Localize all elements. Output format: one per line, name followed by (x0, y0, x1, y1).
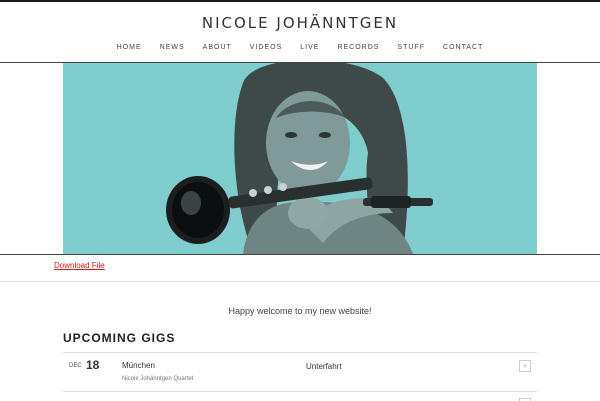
nav-news[interactable]: NEWS (160, 44, 185, 51)
nav-live[interactable]: LIVE (300, 44, 319, 51)
gig-divider-bottom (63, 391, 537, 392)
gig-city: München (122, 361, 155, 370)
nav-home[interactable]: HOME (117, 44, 142, 51)
expand-gig-icon[interactable]: + (519, 360, 531, 372)
site-title[interactable]: NICOLE JOHÄNNTGEN (0, 14, 600, 32)
section-separator (0, 281, 600, 282)
hero-image (63, 63, 537, 254)
gig-month: DEC (69, 363, 82, 369)
gig-band: Nicole Johänntgen Quartet (122, 376, 194, 382)
nav-videos[interactable]: VIDEOS (250, 44, 282, 51)
upcoming-gigs-heading: UPCOMING GIGS (63, 331, 176, 345)
hero-divider (0, 254, 600, 255)
hero-photo-illustration (63, 63, 537, 254)
gig-day: 18 (86, 358, 100, 372)
nav-contact[interactable]: CONTACT (443, 44, 483, 51)
nav-records[interactable]: RECORDS (337, 44, 379, 51)
gig-divider-top (63, 352, 537, 353)
nav-stuff[interactable]: STUFF (397, 44, 425, 51)
gig-venue: Unterfahrt (306, 362, 342, 371)
welcome-message: Happy welcome to my new website! (228, 306, 372, 316)
main-navigation: HOME NEWS ABOUT VIDEOS LIVE RECORDS STUF… (0, 44, 600, 51)
top-border (0, 0, 600, 2)
nav-about[interactable]: ABOUT (203, 44, 232, 51)
download-file-link[interactable]: Download File (54, 261, 105, 270)
